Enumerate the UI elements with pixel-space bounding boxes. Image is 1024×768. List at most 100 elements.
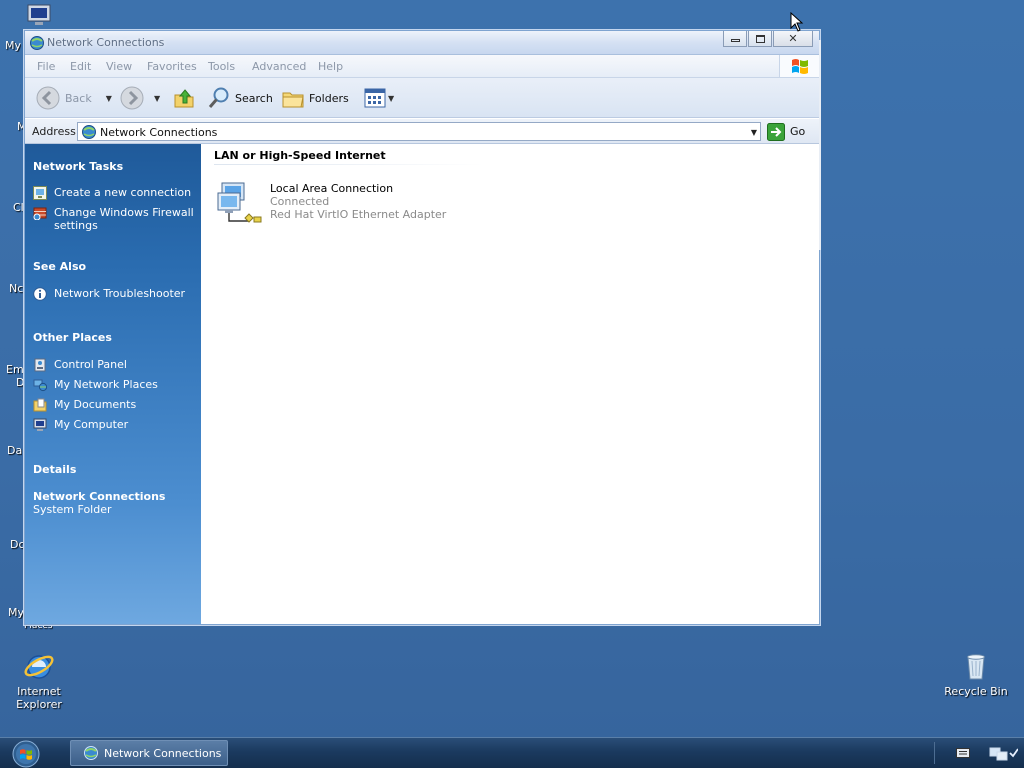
create-new-connection-label: Create a new connection — [54, 186, 192, 199]
menu-advanced[interactable]: Advanced — [252, 60, 306, 73]
folders-button[interactable]: Folders — [281, 86, 349, 110]
minimize-icon — [730, 39, 740, 42]
my-computer-icon — [33, 418, 47, 431]
menu-tools[interactable]: Tools — [208, 60, 235, 73]
network-troubleshooter-label: Network Troubleshooter — [54, 287, 186, 300]
my-network-places-label: My Network Places — [54, 378, 158, 391]
chevron-down-icon[interactable]: ▼ — [154, 94, 160, 103]
desktop-icon-label: Recycle Bin — [944, 685, 1008, 698]
desktop-label-partial[interactable]: Dc — [10, 538, 25, 551]
go-arrow-icon — [767, 122, 785, 141]
desktop-label-partial[interactable]: Em — [6, 363, 24, 376]
desktop-icon-label: Internet — [17, 685, 61, 698]
firewall-icon — [33, 207, 47, 220]
search-label: Search — [235, 91, 273, 105]
address-label: Address — [32, 125, 76, 138]
network-places-icon — [33, 379, 47, 392]
search-button[interactable]: Search — [207, 86, 273, 110]
my-network-places-link[interactable]: My Network Places — [33, 378, 194, 392]
taskbar-button-label: Network Connections — [104, 746, 222, 760]
views-button[interactable]: ▼ — [364, 86, 394, 110]
desktop-label-partial[interactable]: Nc — [9, 282, 23, 295]
title-bar[interactable]: Network Connections ✕ — [25, 31, 819, 55]
folders-label: Folders — [309, 91, 349, 105]
up-folder-icon — [174, 89, 194, 108]
create-new-connection-link[interactable]: Create a new connection — [33, 186, 194, 200]
control-panel-icon — [34, 358, 46, 372]
back-arrow-icon — [36, 86, 60, 110]
my-computer-desktop-icon[interactable] — [26, 4, 54, 28]
change-firewall-settings-link[interactable]: Change Windows Firewall settings — [33, 206, 194, 232]
taskbar: Network Connections — [0, 737, 1024, 768]
desktop-label-partial[interactable]: Cl — [13, 201, 24, 214]
address-input[interactable]: Network Connections ▼ — [77, 122, 761, 141]
desktop-label-partial[interactable]: My — [5, 39, 21, 52]
other-places-heading[interactable]: Other Places — [33, 331, 112, 344]
my-computer-link[interactable]: My Computer — [33, 418, 194, 432]
up-folder-button[interactable] — [172, 86, 196, 110]
internet-explorer-icon — [24, 655, 54, 679]
chevron-down-icon[interactable]: ▼ — [751, 128, 757, 137]
group-divider — [214, 164, 484, 165]
chevron-down-icon[interactable]: ▼ — [388, 94, 394, 103]
chevron-down-icon[interactable]: ▼ — [106, 94, 112, 103]
forward-button[interactable]: ▼ — [120, 86, 160, 110]
network-connections-icon — [84, 746, 98, 760]
maximize-button[interactable] — [748, 31, 772, 47]
windows-flag-icon — [791, 59, 808, 74]
window-title: Network Connections — [47, 36, 165, 49]
see-also-heading[interactable]: See Also — [33, 260, 86, 273]
desktop-label-partial[interactable]: Da — [7, 444, 22, 457]
change-firewall-settings-label: Change Windows Firewall settings — [54, 206, 194, 232]
lan-connection-icon — [217, 182, 262, 223]
back-button[interactable]: Back ▼ — [36, 86, 112, 110]
desktop-icon-label: Explorer — [16, 698, 62, 711]
maximize-icon — [755, 34, 765, 43]
connection-device: Red Hat VirtIO Ethernet Adapter — [270, 208, 447, 221]
network-status-icon[interactable] — [988, 745, 1018, 763]
menu-view[interactable]: View — [106, 60, 132, 73]
connection-name: Local Area Connection — [270, 182, 394, 195]
network-tasks-heading[interactable]: Network Tasks — [33, 160, 123, 173]
my-documents-link[interactable]: My Documents — [33, 398, 194, 412]
my-computer-label: My Computer — [54, 418, 129, 431]
close-icon: ✕ — [788, 31, 798, 45]
taskbar-network-connections-button[interactable]: Network Connections — [70, 740, 228, 766]
search-icon — [208, 87, 229, 108]
window-controls: ✕ — [722, 31, 813, 49]
internet-explorer-shortcut[interactable]: Internet Explorer — [1, 650, 77, 711]
group-heading: LAN or High-Speed Internet — [214, 149, 386, 162]
details-type: System Folder — [33, 503, 112, 516]
address-value: Network Connections — [100, 126, 218, 139]
details-heading[interactable]: Details — [33, 463, 76, 476]
menu-help[interactable]: Help — [318, 60, 343, 73]
desktop-label-partial[interactable]: My — [8, 606, 24, 619]
my-documents-icon — [33, 398, 47, 412]
keyboard-icon[interactable] — [956, 747, 970, 759]
network-connections-icon — [82, 125, 96, 139]
close-button[interactable]: ✕ — [773, 31, 813, 47]
forward-arrow-icon — [120, 86, 144, 110]
info-icon — [33, 287, 47, 301]
recycle-bin-shortcut[interactable]: Recycle Bin — [938, 650, 1014, 698]
menu-file[interactable]: File — [37, 60, 55, 73]
connections-list: LAN or High-Speed Internet Local Area Co… — [201, 144, 819, 624]
start-button[interactable] — [6, 739, 46, 768]
control-panel-link[interactable]: Control Panel — [33, 358, 194, 372]
control-panel-label: Control Panel — [54, 358, 127, 371]
network-connections-window: Network Connections ✕ File Edit View Fav… — [24, 30, 820, 625]
minimize-button[interactable] — [723, 31, 747, 47]
tray-separator — [934, 742, 935, 764]
local-area-connection-item[interactable]: Local Area Connection Connected Red Hat … — [216, 176, 476, 228]
views-icon — [364, 88, 386, 108]
back-label: Back — [65, 91, 92, 105]
menu-edit[interactable]: Edit — [70, 60, 91, 73]
menu-favorites[interactable]: Favorites — [147, 60, 197, 73]
network-troubleshooter-link[interactable]: Network Troubleshooter — [33, 287, 194, 301]
new-connection-icon — [33, 186, 47, 200]
recycle-bin-icon — [967, 654, 985, 680]
task-pane: Network Tasks Create a new connection Ch… — [25, 144, 201, 624]
system-tray — [934, 738, 1024, 768]
my-documents-label: My Documents — [54, 398, 137, 411]
go-button[interactable]: Go — [767, 122, 805, 141]
